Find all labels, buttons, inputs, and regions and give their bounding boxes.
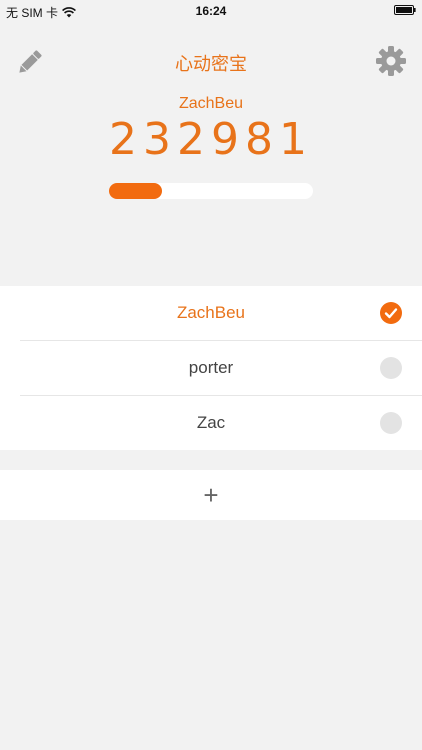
battery-icon bbox=[394, 5, 416, 15]
account-label: Zac bbox=[196, 413, 226, 432]
account-row[interactable]: ZachBeu bbox=[20, 286, 422, 341]
status-time: 16:24 bbox=[195, 4, 227, 18]
current-account-name: ZachBeu bbox=[178, 95, 244, 112]
account-list: ZachBeu porter Zac bbox=[0, 286, 422, 450]
check-icon[interactable] bbox=[380, 302, 402, 324]
page-title: 心动密宝 bbox=[175, 54, 247, 75]
radio-unchecked-icon[interactable] bbox=[380, 412, 402, 434]
add-account-button[interactable]: + bbox=[0, 470, 422, 520]
plus-icon: + bbox=[203, 480, 219, 510]
status-bar: 无 SIM 卡 16:24 bbox=[0, 0, 422, 22]
gear-icon[interactable] bbox=[374, 44, 408, 78]
account-row[interactable]: Zac bbox=[20, 396, 422, 450]
otp-code[interactable]: 232981 bbox=[0, 114, 422, 165]
countdown-progress bbox=[109, 183, 313, 199]
account-label: ZachBeu bbox=[176, 303, 246, 322]
account-label: porter bbox=[188, 358, 234, 377]
countdown-progress-fill bbox=[109, 183, 163, 199]
radio-unchecked-icon[interactable] bbox=[380, 357, 402, 379]
account-row[interactable]: porter bbox=[20, 341, 422, 396]
